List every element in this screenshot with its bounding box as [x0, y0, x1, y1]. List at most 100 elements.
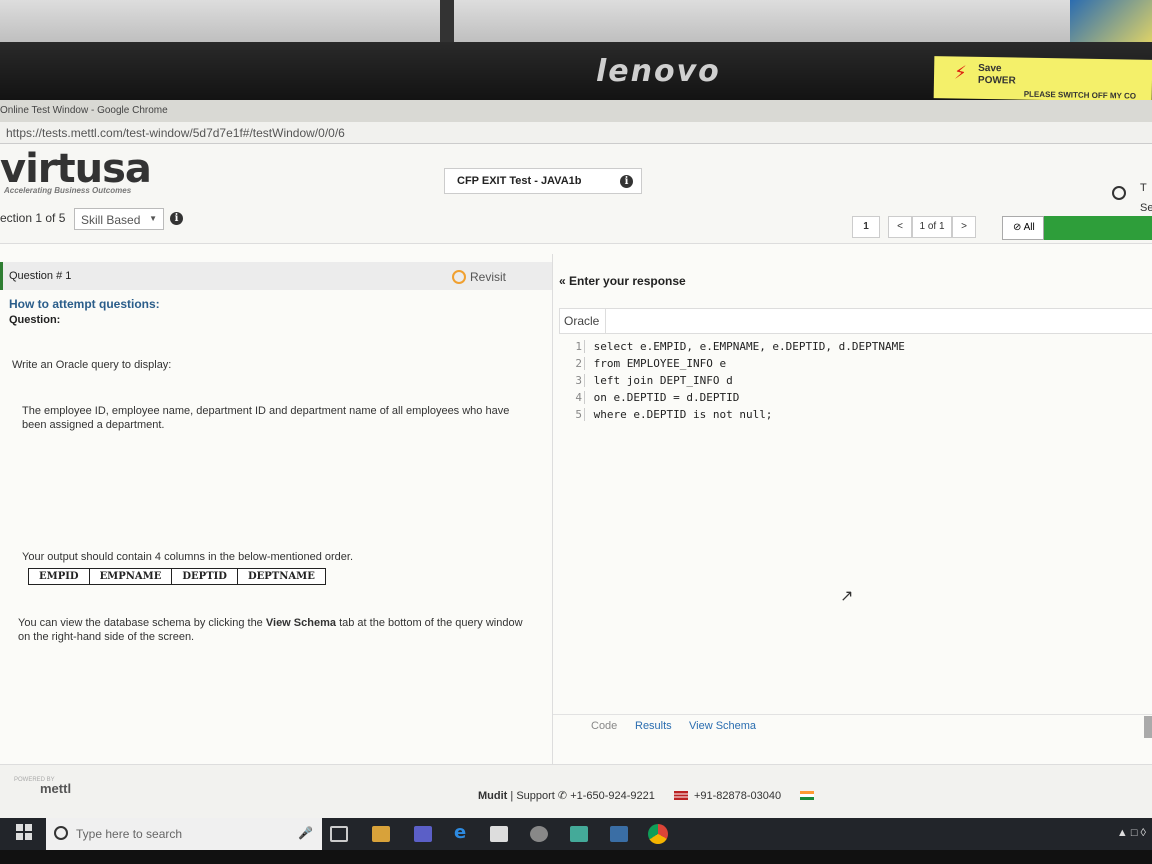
mail-icon[interactable]	[490, 826, 508, 842]
response-tabs: Code Results View Schema	[553, 714, 1152, 736]
wall-divider	[440, 0, 454, 48]
timer-label-clipped: T	[1140, 182, 1147, 194]
code-editor[interactable]: 1 select e.EMPID, e.EMPNAME, e.DEPTID, d…	[573, 340, 905, 425]
support-label: Support	[516, 790, 555, 802]
next-page-button[interactable]: >	[952, 216, 976, 238]
page-number[interactable]: 1	[852, 216, 880, 238]
user-name: Mudit	[478, 790, 508, 802]
question-label: Question:	[9, 314, 61, 326]
windows-start-icon[interactable]	[16, 824, 32, 840]
section-dropdown-value: Skill Based	[81, 213, 141, 227]
app-icon[interactable]	[610, 826, 628, 842]
code-line-4: on e.DEPTID = d.DEPTID	[593, 391, 740, 404]
revisit-icon	[452, 270, 466, 284]
how-to-attempt-link[interactable]: How to attempt questions:	[9, 297, 160, 311]
question-requirement: The employee ID, employee name, departme…	[22, 405, 510, 431]
section-prefix: ection	[0, 211, 33, 225]
sticky-line2: POWER	[977, 74, 1016, 87]
microphone-icon[interactable]: 🎤	[298, 826, 313, 840]
schema-instruction: You can view the database schema by clic…	[18, 616, 528, 644]
page-footer: POWERED BY mettl Mudit | Support ✆ +1-65…	[0, 764, 1152, 818]
page-indicator: 1 of 1	[912, 216, 952, 238]
test-header: virtusa Accelerating Business Outcomes C…	[0, 144, 1152, 244]
scrollbar[interactable]	[1144, 716, 1152, 738]
windows-taskbar: Type here to search 🎤 e ▲ □ ◊	[0, 818, 1152, 850]
schema-text-a: You can view the database schema by clic…	[18, 617, 263, 629]
sticky-line1: Save	[978, 62, 1002, 75]
question-number: Question # 1	[9, 270, 72, 282]
window-title: Online Test Window - Google Chrome	[0, 100, 1152, 122]
task-view-icon[interactable]	[330, 826, 348, 842]
column-deptname: DEPTNAME	[236, 568, 326, 585]
code-line-2: from EMPLOYEE_INFO e	[593, 357, 727, 370]
output-instruction: Your output should contain 4 columns in …	[22, 551, 354, 563]
column-empid: EMPID	[28, 568, 90, 585]
language-selector[interactable]: Oracle	[560, 309, 606, 333]
monitor-brand: lenovo	[596, 54, 721, 89]
prev-page-button[interactable]: <	[888, 216, 912, 238]
test-title: CFP EXIT Test - JAVA1b i	[444, 168, 642, 194]
response-pane: « Enter your response Oracle 1 select e.…	[552, 254, 1152, 764]
mettl-logo: mettl	[40, 781, 72, 796]
column-empname: EMPNAME	[88, 568, 173, 585]
section-dropdown[interactable]: Skill Based ▼	[74, 208, 164, 230]
code-line-5: where e.DEPTID is not null;	[593, 408, 773, 421]
store-icon[interactable]	[372, 826, 390, 842]
media-icon[interactable]	[530, 826, 548, 842]
all-label: All	[1023, 222, 1035, 233]
question-intro: Write an Oracle query to display:	[12, 359, 172, 371]
timer-sub-clipped: Se	[1140, 202, 1152, 214]
cortana-icon	[54, 826, 68, 840]
system-tray[interactable]: ▲ □ ◊	[1117, 827, 1146, 839]
code-line-3: left join DEPT_INFO d	[593, 374, 733, 387]
clock-icon	[1112, 186, 1126, 200]
file-explorer-icon[interactable]	[570, 826, 588, 842]
info-icon[interactable]: i	[620, 175, 633, 188]
sticky-note: ⚡ Save POWER PLEASE SWITCH OFF MY CO	[933, 56, 1152, 102]
tab-code[interactable]: Code	[591, 720, 617, 732]
tab-view-schema[interactable]: View Schema	[689, 720, 756, 732]
background-wall	[0, 0, 1152, 60]
code-line[interactable]: 5 where e.DEPTID is not null;	[573, 408, 905, 425]
test-title-text: CFP EXIT Test - JAVA1b	[457, 175, 582, 187]
submit-bar[interactable]	[1044, 216, 1152, 240]
support-info: Mudit | Support ✆ +1-650-924-9221 +91-82…	[478, 789, 820, 802]
code-line-1: select e.EMPID, e.EMPNAME, e.DEPTID, d.D…	[593, 340, 905, 353]
revisit-label: Revisit	[470, 270, 507, 284]
lightning-icon: ⚡	[953, 62, 967, 83]
screen: Online Test Window - Google Chrome https…	[0, 100, 1152, 818]
section-indicator: ection 1 of 5	[0, 211, 65, 225]
question-pane: Question # 1 Revisit How to attempt ques…	[0, 254, 552, 764]
output-columns-table: EMPID EMPNAME DEPTID DEPTNAME	[28, 568, 326, 585]
url-bar[interactable]: https://tests.mettl.com/test-window/5d7d…	[0, 122, 1152, 144]
phone-us: +1-650-924-9221	[570, 790, 655, 802]
all-questions-button[interactable]: ⊘ All	[1002, 216, 1044, 240]
response-header: « Enter your response	[559, 274, 686, 288]
code-line[interactable]: 4 on e.DEPTID = d.DEPTID	[573, 391, 905, 408]
mouse-cursor-icon: ↗	[840, 588, 854, 605]
dropdown-caret-icon: ▼	[149, 214, 157, 223]
taskbar-search-placeholder: Type here to search	[76, 827, 183, 841]
section-info-icon[interactable]: i	[170, 212, 183, 225]
chrome-icon[interactable]	[648, 824, 668, 844]
response-title: Enter your response	[569, 274, 686, 288]
us-flag-icon	[673, 791, 688, 800]
code-line[interactable]: 1 select e.EMPID, e.EMPNAME, e.DEPTID, d…	[573, 340, 905, 357]
taskbar-search[interactable]: Type here to search 🎤	[46, 818, 322, 850]
language-bar: Oracle	[559, 308, 1152, 334]
india-flag-icon	[800, 791, 815, 800]
sticky-line3: PLEASE SWITCH OFF MY CO	[1023, 89, 1137, 101]
monitor-bottom-bezel	[0, 850, 1152, 864]
code-line[interactable]: 2 from EMPLOYEE_INFO e	[573, 357, 905, 374]
section-value: 1 of 5	[35, 211, 66, 225]
logo-tagline: Accelerating Business Outcomes	[4, 186, 132, 195]
tab-results[interactable]: Results	[635, 720, 672, 732]
schema-text-b: View Schema	[265, 617, 336, 629]
column-deptid: DEPTID	[171, 568, 238, 585]
phone-in: +91-82878-03040	[693, 790, 782, 802]
phone-icon: ✆	[557, 790, 568, 802]
code-line[interactable]: 3 left join DEPT_INFO d	[573, 374, 905, 391]
revisit-button[interactable]: Revisit	[452, 270, 506, 284]
teams-icon[interactable]	[414, 826, 432, 842]
edge-icon[interactable]: e	[454, 822, 472, 843]
